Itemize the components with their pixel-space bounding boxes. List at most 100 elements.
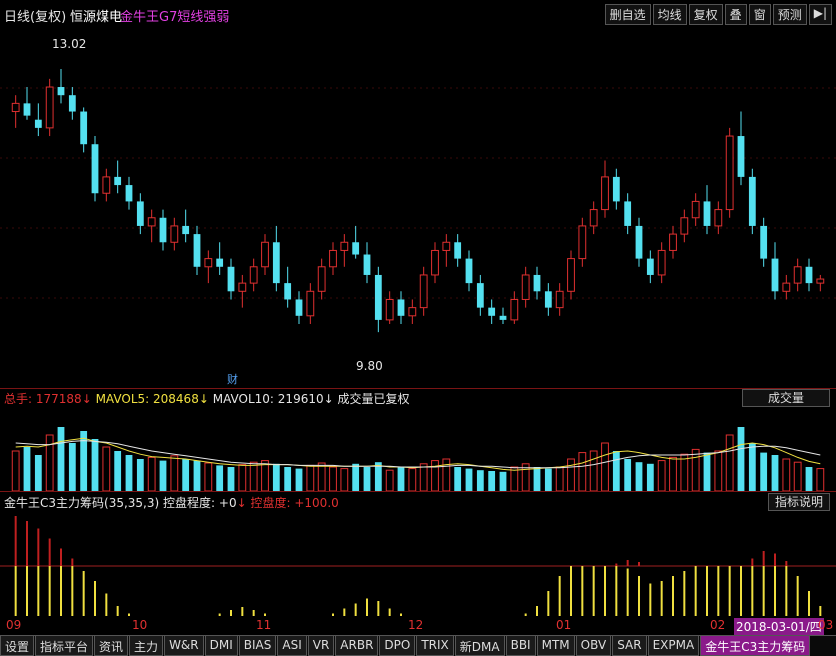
- candle-body[interactable]: [431, 249, 439, 276]
- candle-body[interactable]: [703, 201, 711, 226]
- candle-body[interactable]: [216, 258, 224, 267]
- candle-body[interactable]: [284, 283, 292, 300]
- candle-body[interactable]: [578, 225, 587, 260]
- candle-body[interactable]: [624, 201, 632, 226]
- exit-arrow-icon[interactable]: ▶|: [808, 4, 832, 25]
- candle-body[interactable]: [397, 299, 405, 316]
- candle-body[interactable]: [182, 225, 190, 235]
- candle-body[interactable]: [159, 217, 167, 243]
- remove-favorite-button[interactable]: 删自选: [604, 4, 651, 25]
- candle-body[interactable]: [635, 225, 643, 259]
- volume-chart[interactable]: [0, 407, 836, 491]
- candle-body[interactable]: [136, 201, 144, 226]
- candle-body[interactable]: [68, 95, 76, 112]
- candle-body[interactable]: [102, 176, 111, 194]
- candle-body[interactable]: [34, 119, 42, 128]
- candle-body[interactable]: [238, 282, 247, 292]
- candle-body[interactable]: [510, 298, 519, 321]
- candle-body[interactable]: [442, 241, 451, 251]
- candle-body[interactable]: [805, 266, 813, 284]
- candle-body[interactable]: [544, 291, 552, 308]
- candle-body[interactable]: [170, 225, 179, 243]
- tab-mtm[interactable]: MTM: [536, 636, 575, 656]
- tab-news[interactable]: 资讯: [94, 636, 129, 656]
- candle-body[interactable]: [748, 176, 756, 226]
- candle-body[interactable]: [533, 274, 541, 292]
- candle-body[interactable]: [737, 136, 745, 177]
- candle-body[interactable]: [669, 233, 677, 251]
- candle-body[interactable]: [295, 299, 303, 316]
- tab-asi[interactable]: ASI: [277, 636, 307, 656]
- candle-body[interactable]: [272, 242, 280, 284]
- candle-body[interactable]: [204, 258, 213, 268]
- candle-body[interactable]: [408, 307, 417, 317]
- candle-body[interactable]: [261, 241, 269, 268]
- candle-body[interactable]: [601, 176, 609, 211]
- candle-body[interactable]: [227, 266, 235, 292]
- forecast-button[interactable]: 预测: [772, 4, 807, 25]
- overlay-button[interactable]: 叠: [724, 4, 747, 25]
- candle-body[interactable]: [646, 258, 654, 275]
- candle-body[interactable]: [91, 144, 99, 194]
- tab-bias[interactable]: BIAS: [238, 636, 277, 656]
- tab-wr[interactable]: W&R: [164, 636, 204, 656]
- candle-body[interactable]: [612, 176, 620, 202]
- tab-main-force[interactable]: 主力: [129, 636, 164, 656]
- candle-body[interactable]: [306, 290, 315, 317]
- candle-body[interactable]: [567, 258, 575, 292]
- candle-body[interactable]: [714, 209, 723, 227]
- candle-body[interactable]: [80, 111, 88, 145]
- candle-body[interactable]: [363, 254, 371, 275]
- candle-body[interactable]: [454, 242, 462, 259]
- tab-bbi[interactable]: BBI: [505, 636, 536, 656]
- candle-body[interactable]: [11, 102, 20, 113]
- candle-body[interactable]: [374, 274, 382, 320]
- tab-expma[interactable]: EXPMA: [647, 636, 700, 656]
- candle-body[interactable]: [521, 274, 530, 300]
- tab-new-dma[interactable]: 新DMA: [454, 636, 505, 656]
- tab-c3-main-chips[interactable]: 金牛王C3主力筹码: [700, 636, 811, 656]
- c3-indicator-chart[interactable]: [0, 510, 836, 618]
- candle-body[interactable]: [782, 282, 791, 292]
- candle-body[interactable]: [385, 298, 394, 321]
- candle-body[interactable]: [657, 249, 666, 276]
- moving-average-button[interactable]: 均线: [652, 4, 687, 25]
- restore-rights-button[interactable]: 复权: [688, 4, 723, 25]
- candle-body[interactable]: [555, 290, 564, 309]
- candle-body[interactable]: [45, 86, 54, 129]
- candle-body[interactable]: [317, 266, 326, 292]
- candle-body[interactable]: [816, 278, 825, 284]
- tab-indicator-platform[interactable]: 指标平台: [35, 636, 94, 656]
- indicator-help-button[interactable]: 指标说明: [768, 493, 830, 511]
- window-button[interactable]: 窗: [748, 4, 771, 25]
- tab-settings[interactable]: 设置: [0, 636, 35, 656]
- candle-body[interactable]: [793, 266, 802, 284]
- candle-body[interactable]: [760, 225, 768, 259]
- tab-trix[interactable]: TRIX: [416, 636, 454, 656]
- tab-obv[interactable]: OBV: [575, 636, 612, 656]
- candle-body[interactable]: [680, 217, 689, 235]
- candle-body[interactable]: [340, 241, 349, 251]
- candlestick-chart[interactable]: 13.02 9.80 财: [0, 28, 836, 388]
- candle-body[interactable]: [488, 307, 496, 316]
- tab-dpo[interactable]: DPO: [379, 636, 416, 656]
- candle-body[interactable]: [249, 266, 258, 284]
- candle-body[interactable]: [352, 242, 360, 255]
- candle-body[interactable]: [114, 176, 122, 186]
- tab-sar[interactable]: SAR: [612, 636, 647, 656]
- tab-dmi[interactable]: DMI: [204, 636, 238, 656]
- candle-body[interactable]: [125, 185, 133, 202]
- period-label[interactable]: 日线(复权): [4, 6, 66, 25]
- candle-body[interactable]: [57, 87, 65, 96]
- candle-body[interactable]: [465, 258, 473, 284]
- candle-body[interactable]: [589, 209, 598, 227]
- volume-selector[interactable]: 成交量: [742, 389, 830, 407]
- candle-body[interactable]: [691, 200, 700, 219]
- candle-body[interactable]: [419, 274, 428, 309]
- tab-arbr[interactable]: ARBR: [335, 636, 379, 656]
- financial-event-marker[interactable]: 财: [227, 372, 238, 386]
- candle-body[interactable]: [725, 135, 734, 211]
- tab-vr[interactable]: VR: [307, 636, 335, 656]
- main-indicator-name[interactable]: 金牛王G7短线强弱: [120, 6, 229, 25]
- candle-body[interactable]: [147, 217, 156, 227]
